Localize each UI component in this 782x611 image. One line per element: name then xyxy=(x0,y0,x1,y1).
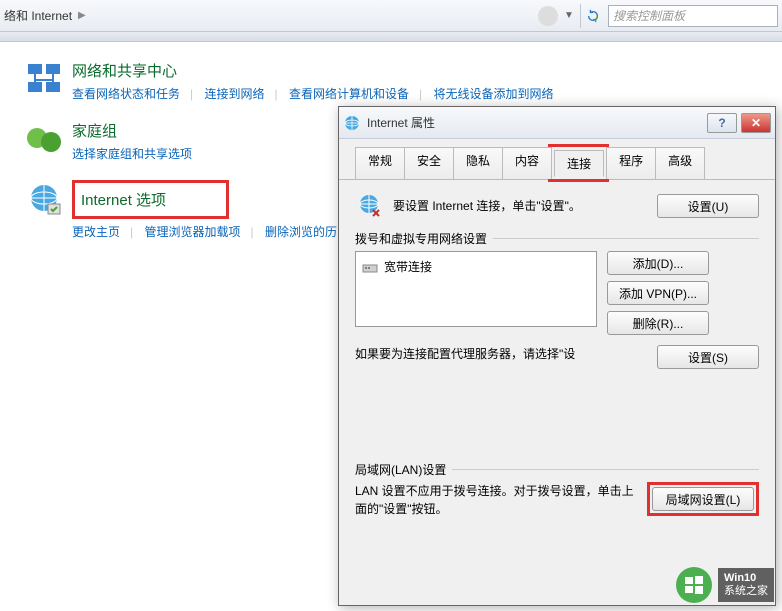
link-delete-history[interactable]: 删除浏览的历 xyxy=(265,225,337,239)
help-button[interactable]: ? xyxy=(707,113,737,133)
search-placeholder: 搜索控制面板 xyxy=(613,7,685,24)
tab-security[interactable]: 安全 xyxy=(404,147,454,179)
user-icon xyxy=(538,6,558,26)
setup-info-text: 要设置 Internet 连接，单击"设置"。 xyxy=(393,198,657,215)
tab-privacy[interactable]: 隐私 xyxy=(453,147,503,179)
internet-options-title[interactable]: Internet 选项 xyxy=(81,189,166,210)
connection-name: 宽带连接 xyxy=(384,258,432,275)
watermark: Win10 系统之家 xyxy=(676,567,774,603)
tab-advanced[interactable]: 高级 xyxy=(655,147,705,179)
watermark-line2: 系统之家 xyxy=(724,585,768,598)
homegroup-icon xyxy=(24,120,64,160)
link-manage-addons[interactable]: 管理浏览器加载项 xyxy=(144,225,240,239)
network-links: 查看网络状态和任务| 连接到网络| 查看网络计算机和设备| 将无线设备添加到网络 xyxy=(72,85,561,102)
tab-programs[interactable]: 程序 xyxy=(606,147,656,179)
chevron-right-icon: ▶ xyxy=(78,10,86,21)
connections-listbox[interactable]: 宽带连接 xyxy=(355,251,597,327)
dialog-title: Internet 属性 xyxy=(367,114,707,131)
link-connect[interactable]: 连接到网络 xyxy=(204,87,264,101)
close-button[interactable]: ✕ xyxy=(741,113,771,133)
dialup-section-label: 拨号和虚拟专用网络设置 xyxy=(355,230,759,247)
settings-button[interactable]: 设置(S) xyxy=(657,345,759,369)
internet-options-highlight: Internet 选项 xyxy=(72,180,229,219)
link-change-home[interactable]: 更改主页 xyxy=(72,225,120,239)
add-button[interactable]: 添加(D)... xyxy=(607,251,709,275)
link-view-status[interactable]: 查看网络状态和任务 xyxy=(72,87,180,101)
tab-general[interactable]: 常规 xyxy=(355,147,405,179)
lan-settings-button[interactable]: 局域网设置(L) xyxy=(652,487,754,511)
watermark-line1: Win10 xyxy=(724,572,768,585)
add-vpn-button[interactable]: 添加 VPN(P)... xyxy=(607,281,709,305)
lan-button-highlight: 局域网设置(L) xyxy=(647,482,759,516)
proxy-info-text: 如果要为连接配置代理服务器，请选择"设 xyxy=(355,345,657,362)
tab-connections[interactable]: 连接 xyxy=(554,150,604,177)
globe-icon xyxy=(343,114,361,132)
internet-options-icon xyxy=(24,180,64,220)
tab-connections-highlight: 连接 xyxy=(548,144,609,182)
tab-content[interactable]: 内容 xyxy=(502,147,552,179)
internet-properties-dialog: Internet 属性 ? ✕ 常规 安全 隐私 内容 连接 程序 高级 要设置… xyxy=(338,106,776,606)
setup-button[interactable]: 设置(U) xyxy=(657,194,759,218)
link-view-devices[interactable]: 查看网络计算机和设备 xyxy=(289,87,409,101)
connect-globe-icon xyxy=(355,192,383,220)
search-input[interactable]: 搜索控制面板 xyxy=(608,5,778,27)
tab-strip: 常规 安全 隐私 内容 连接 程序 高级 xyxy=(339,139,775,180)
lan-section-label: 局域网(LAN)设置 xyxy=(355,461,759,478)
connection-item[interactable]: 宽带连接 xyxy=(360,256,592,277)
win10-logo-icon xyxy=(676,567,712,603)
dialog-titlebar[interactable]: Internet 属性 ? ✕ xyxy=(339,107,775,139)
network-icon xyxy=(24,60,64,100)
breadcrumb-text: 络和 Internet xyxy=(4,7,72,24)
remove-button[interactable]: 删除(R)... xyxy=(607,311,709,335)
refresh-button[interactable] xyxy=(580,4,604,28)
dropdown-arrow-icon[interactable]: ▼ xyxy=(562,10,576,21)
homegroup-title[interactable]: 家庭组 xyxy=(72,120,200,141)
modem-icon xyxy=(362,259,378,275)
lan-info-text: LAN 设置不应用于拨号连接。对于拨号设置，单击上面的"设置"按钮。 xyxy=(355,482,637,518)
link-homegroup-share[interactable]: 选择家庭组和共享选项 xyxy=(72,147,192,161)
link-add-wireless[interactable]: 将无线设备添加到网络 xyxy=(433,87,553,101)
network-center-title[interactable]: 网络和共享中心 xyxy=(72,60,561,81)
